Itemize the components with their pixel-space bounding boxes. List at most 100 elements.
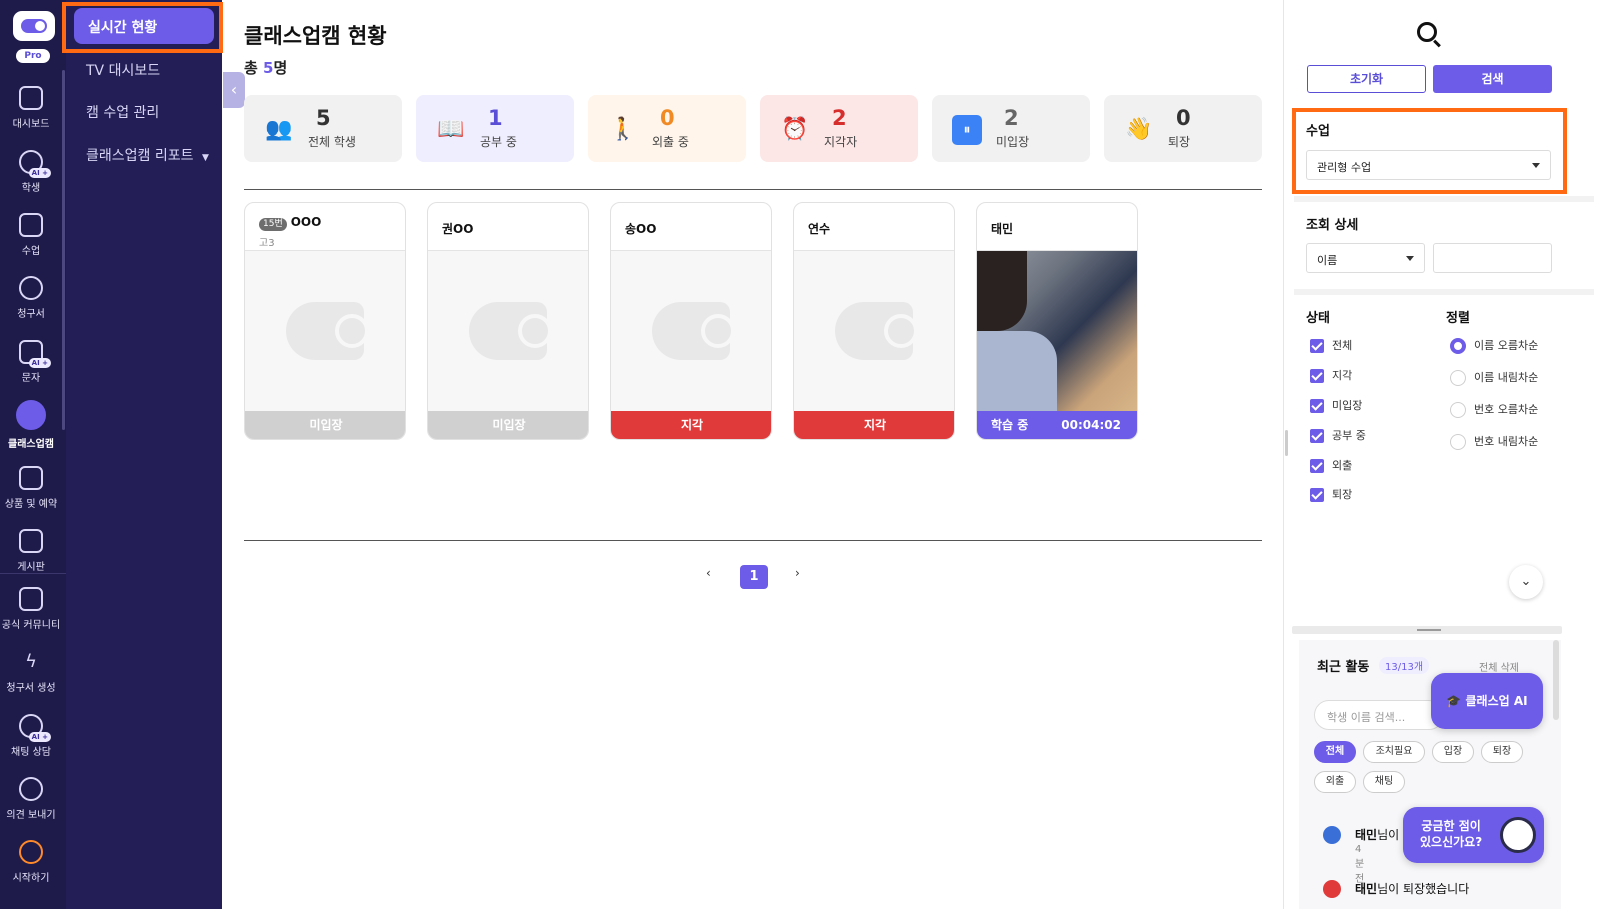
resize-handle[interactable]: [1292, 626, 1562, 634]
sort-radio-name-asc[interactable]: 이름 오름차순: [1450, 337, 1538, 354]
student-card[interactable]: 연수 지각: [793, 202, 955, 440]
card-header: 15번 OOO 고3: [245, 203, 405, 251]
expand-panel-button[interactable]: ⌄: [1509, 565, 1543, 599]
clear-all-button[interactable]: 전체 삭제: [1479, 659, 1519, 674]
checkbox-label: 공부 중: [1332, 429, 1366, 442]
subnav-item-cam-class[interactable]: 캠 수업 관리: [86, 102, 159, 122]
status-checkbox-left[interactable]: 퇴장: [1310, 486, 1352, 502]
status-checkbox-out[interactable]: 외출: [1310, 457, 1352, 473]
total-prefix: 총: [244, 59, 264, 77]
search-button[interactable]: 검색: [1433, 65, 1552, 93]
status-bar: 미입장: [245, 411, 405, 439]
filter-chip-chat[interactable]: 채팅: [1363, 771, 1405, 793]
status-checkbox-studying[interactable]: 공부 중: [1310, 427, 1366, 443]
rail-item-invoice-create[interactable]: ϟ 청구서 생성: [0, 650, 62, 694]
webcam-icon: [16, 400, 46, 430]
stat-value: 1: [488, 106, 503, 130]
sort-radio-number-asc[interactable]: 번호 오름차순: [1450, 401, 1538, 418]
rail-item-messages[interactable]: AI + 문자: [0, 340, 62, 384]
rail-label: 문자: [21, 373, 41, 384]
radio-selected-icon: [1450, 338, 1466, 354]
card-header: 연수: [794, 203, 954, 251]
stat-label: 공부 중: [480, 135, 517, 149]
stat-not-entered[interactable]: ⏸ 2 미입장: [932, 95, 1090, 162]
chevron-down-icon: ▼: [201, 153, 209, 163]
detail-title: 조회 상세: [1306, 218, 1359, 233]
stat-studying[interactable]: 📖 1 공부 중: [416, 95, 574, 162]
rail-item-invoices[interactable]: 청구서: [0, 276, 62, 320]
class-select[interactable]: 관리형 수업: [1306, 150, 1551, 180]
student-card[interactable]: 태민 학습 중 00:04:02: [976, 202, 1138, 440]
checkbox-checked-icon: [1310, 459, 1324, 473]
checkbox-checked-icon: [1310, 369, 1324, 383]
filter-chip-exit[interactable]: 퇴장: [1481, 741, 1523, 763]
stat-out[interactable]: 🚶 0 외출 중: [588, 95, 746, 162]
camera-placeholder: [428, 251, 588, 413]
detail-field-select[interactable]: 이름: [1306, 243, 1425, 273]
activity-message: 님이 퇴장했습니다: [1377, 882, 1470, 896]
dashboard-grid-icon: [19, 86, 43, 110]
panel-resize-grip[interactable]: [1285, 430, 1288, 456]
activity-student: 태민: [1355, 828, 1378, 842]
rail-label: 의견 보내기: [6, 810, 56, 821]
panel-separator: [1294, 289, 1594, 295]
status-checkbox-not-entered[interactable]: 미입장: [1310, 397, 1362, 413]
status-title: 상태: [1306, 311, 1330, 326]
next-page-button[interactable]: ›: [795, 566, 800, 580]
card-header: 태민: [977, 203, 1137, 251]
activity-text: 태민님이: [1355, 826, 1399, 843]
stat-all-students[interactable]: 👥 5 전체 학생: [244, 95, 402, 162]
student-card[interactable]: 권OO 미입장: [427, 202, 589, 440]
radio-icon: [1450, 370, 1466, 386]
filter-chip-action-needed[interactable]: 조치필요: [1363, 741, 1425, 763]
students-icon: AI +: [19, 150, 51, 178]
divider-bottom: [244, 540, 1262, 541]
search-icon[interactable]: [1417, 22, 1437, 42]
rail-item-dashboard[interactable]: 대시보드: [0, 86, 62, 130]
radio-label: 번호 오름차순: [1474, 403, 1539, 416]
filter-chip-all[interactable]: 전체: [1314, 741, 1356, 763]
status-checkbox-late[interactable]: 지각: [1310, 367, 1352, 383]
rail-item-products[interactable]: 상품 및 예약: [0, 466, 62, 510]
sort-radio-name-desc[interactable]: 이름 내림차순: [1450, 369, 1538, 386]
filter-chip-enter[interactable]: 입장: [1432, 741, 1474, 763]
stat-late[interactable]: ⏰ 2 지각자: [760, 95, 918, 162]
feed-shape: [977, 251, 1027, 331]
prev-page-button[interactable]: ‹: [706, 566, 711, 580]
detail-search-input[interactable]: [1433, 243, 1552, 273]
subnav-item-tv-dashboard[interactable]: TV 대시보드: [86, 60, 160, 80]
checkbox-checked-icon: [1310, 339, 1324, 353]
rail-label: 대시보드: [12, 119, 50, 130]
start-icon: [19, 840, 43, 864]
app-logo[interactable]: [13, 11, 55, 41]
student-card[interactable]: 15번 OOO 고3 미입장: [244, 202, 406, 440]
rail-scrollbar[interactable]: [62, 70, 65, 430]
filter-chip-out[interactable]: 외출: [1314, 771, 1356, 793]
camera-placeholder: [245, 251, 405, 413]
help-chat-button[interactable]: 궁금한 점이 있으신가요?: [1403, 807, 1544, 863]
stat-label: 전체 학생: [308, 135, 356, 149]
rail-item-feedback[interactable]: 의견 보내기: [0, 777, 62, 821]
rail-item-classupcam[interactable]: 클래스업캠: [0, 400, 62, 450]
rail-item-board[interactable]: 게시판: [0, 529, 62, 573]
activity-scrollbar[interactable]: [1553, 640, 1559, 720]
rail-item-start[interactable]: 시작하기: [0, 840, 62, 884]
activity-search-input[interactable]: 학생 이름 검색...: [1314, 700, 1444, 730]
rail-item-classes[interactable]: 수업: [0, 213, 62, 257]
stat-left[interactable]: 👋 0 퇴장: [1104, 95, 1262, 162]
student-grade: 고3: [259, 238, 275, 249]
student-card[interactable]: 송OO 지각: [610, 202, 772, 440]
rail-item-students[interactable]: AI + 학생: [0, 150, 62, 194]
collapse-sidebar-button[interactable]: ‹: [223, 72, 245, 108]
subnav-item-report[interactable]: 클래스업캠 리포트 ▼: [86, 145, 209, 165]
status-checkbox-all[interactable]: 전체: [1310, 337, 1352, 353]
status-dot-icon: [1323, 826, 1341, 844]
sort-radio-number-desc[interactable]: 번호 내림차순: [1450, 433, 1538, 450]
page-1-button[interactable]: 1: [740, 565, 768, 589]
subnav-item-realtime[interactable]: 실시간 현황: [74, 8, 214, 44]
rail-item-community[interactable]: 공식 커뮤니티: [0, 587, 62, 631]
stat-value: 0: [660, 106, 675, 130]
reset-button[interactable]: 초기화: [1307, 65, 1426, 93]
classup-ai-button[interactable]: 🎓 클래스업 AI: [1431, 673, 1543, 729]
rail-item-chat-consult[interactable]: AI + 채팅 상담: [0, 714, 62, 758]
